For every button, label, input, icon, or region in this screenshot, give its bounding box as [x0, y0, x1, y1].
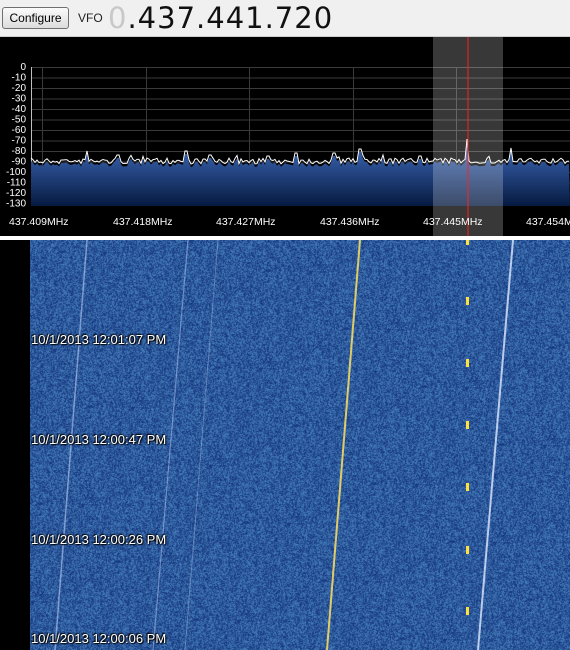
- waterfall-timestamp: 10/1/2013 12:00:26 PM: [31, 532, 167, 547]
- vfo-frequency-display[interactable]: 0.437.441.720: [108, 0, 333, 36]
- frequency-label: 437.418MHz: [113, 216, 173, 228]
- carrier-burst: [466, 240, 469, 245]
- db-label: -110: [7, 178, 27, 189]
- db-scale: 0 -10 -20 -30 -40 -50 -60 -70 -80 -90 -1…: [6, 62, 26, 210]
- db-label: -10: [12, 73, 27, 84]
- db-label: -30: [12, 94, 27, 105]
- waterfall-display[interactable]: 10/1/2013 12:01:07 PM 10/1/2013 12:00:47…: [0, 240, 570, 650]
- carrier-burst: [466, 546, 469, 554]
- configure-button[interactable]: Configure: [2, 7, 69, 29]
- frequency-label: 437.436MHz: [320, 216, 380, 228]
- carrier-burst: [466, 483, 469, 491]
- vfo-leading-digit: 0: [108, 1, 128, 35]
- vfo-frequency-value: .437.441.720: [127, 1, 334, 35]
- db-label: -20: [12, 83, 27, 94]
- spectrum-plot: 0 -10 -20 -30 -40 -50 -60 -70 -80 -90 -1…: [6, 37, 570, 236]
- db-label: -60: [12, 125, 27, 136]
- carrier-burst: [466, 421, 469, 429]
- carrier-burst: [466, 607, 469, 615]
- spectrum-analyzer[interactable]: 0 -10 -20 -30 -40 -50 -60 -70 -80 -90 -1…: [0, 37, 570, 236]
- db-label: -80: [12, 146, 27, 157]
- waterfall-timestamp: 10/1/2013 12:01:07 PM: [31, 332, 167, 347]
- frequency-label: 437.454M: [526, 216, 570, 228]
- db-label: -130: [6, 199, 26, 210]
- db-label: -50: [12, 115, 27, 126]
- db-label: -100: [6, 167, 26, 178]
- waterfall-signal-trace: [326, 240, 361, 650]
- waterfall-carrier-bursts: [466, 240, 469, 615]
- toolbar: Configure VFO 0.437.441.720: [0, 0, 570, 37]
- db-label: 0: [20, 62, 26, 73]
- waterfall-signal-trace: [184, 240, 219, 650]
- carrier-burst: [466, 359, 469, 367]
- frequency-label: 437.427MHz: [216, 216, 276, 228]
- waterfall-timestamp: 10/1/2013 12:00:47 PM: [31, 432, 167, 447]
- vfo-label: VFO: [78, 11, 103, 25]
- waterfall-timestamp: 10/1/2013 12:00:06 PM: [31, 631, 167, 646]
- db-label: -90: [12, 157, 27, 168]
- db-label: -120: [6, 188, 26, 199]
- carrier-burst: [466, 297, 469, 305]
- waterfall-signal-trace: [477, 240, 514, 650]
- frequency-label: 437.409MHz: [9, 216, 69, 228]
- frequency-label: 437.445MHz: [423, 216, 483, 228]
- db-label: -70: [12, 136, 27, 147]
- db-label: -40: [12, 104, 27, 115]
